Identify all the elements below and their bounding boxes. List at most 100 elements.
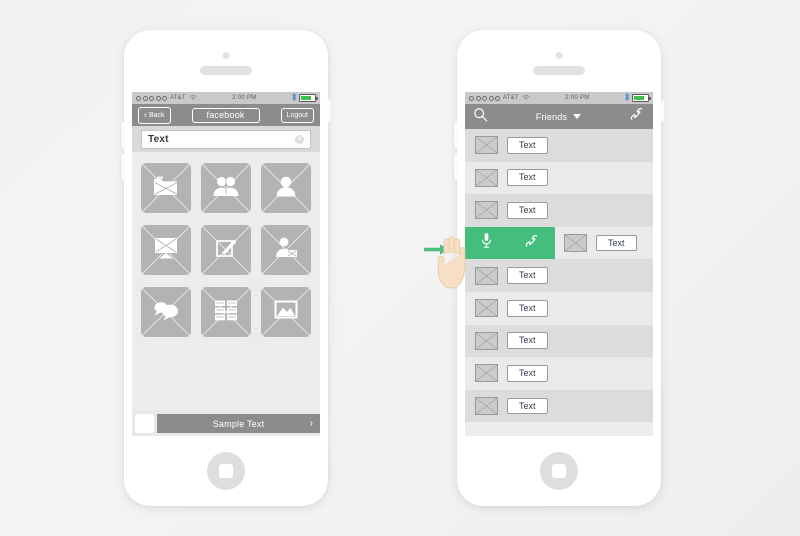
logout-button-label: Logout	[286, 111, 308, 119]
battery-icon	[632, 94, 651, 102]
navbar-left: ‹ Back facebook Logout	[132, 104, 320, 126]
text-button[interactable]: Text	[596, 234, 637, 252]
volume-down-button[interactable]	[454, 154, 458, 180]
clock-label: 2:00 PM	[565, 95, 590, 101]
screen-left: AT&T 2:00 PM ‹ Back facebook Logout Text…	[132, 92, 320, 436]
clock-label: 2:00 PM	[232, 95, 257, 101]
back-button[interactable]: ‹ Back	[138, 106, 171, 124]
status-bar: AT&T 2:00 PM	[132, 92, 320, 104]
grid-tile-profile[interactable]	[261, 163, 311, 213]
grid-tile-screen[interactable]	[141, 225, 191, 275]
volume-up-button[interactable]	[454, 122, 458, 148]
navbar-right: Friends	[465, 104, 653, 129]
search-input-value: Text	[148, 133, 169, 145]
bottom-bar: Sample Text ›	[132, 411, 320, 436]
folder-icon	[153, 175, 179, 202]
grid-tile-table[interactable]	[201, 287, 251, 337]
text-button[interactable]: Text	[507, 136, 548, 154]
text-button[interactable]: Text	[507, 332, 548, 350]
earpiece-speaker	[533, 66, 585, 75]
logout-button[interactable]: Logout	[280, 107, 314, 123]
wifi-icon	[189, 94, 197, 103]
front-camera-icon	[555, 52, 563, 59]
wifi-icon	[522, 94, 530, 103]
grid-tile-folder[interactable]	[141, 163, 191, 213]
power-button[interactable]	[660, 100, 664, 122]
phone-left: AT&T 2:00 PM ‹ Back facebook Logout Text…	[121, 30, 331, 506]
home-button[interactable]	[207, 452, 245, 490]
list-item[interactable]: Text	[465, 357, 653, 390]
app-title-button[interactable]: facebook	[191, 107, 260, 123]
friends-list: Text Text Text Text Text Text Text Text …	[465, 129, 653, 423]
chevron-left-icon: ‹	[144, 109, 147, 119]
avatar-placeholder	[475, 397, 498, 416]
sample-text-button[interactable]: Sample Text ›	[157, 414, 320, 433]
screen-right: AT&T 2:00 PM Friends Text Text Text Text…	[465, 92, 653, 436]
back-button-label: Back	[149, 111, 165, 119]
swipe-action-panel	[465, 226, 555, 260]
avatar-placeholder	[475, 168, 498, 187]
list-item[interactable]: Text	[465, 161, 653, 195]
status-bar: AT&T 2:00 PM	[465, 92, 653, 104]
carrier-label: AT&T	[170, 95, 186, 101]
avatar-placeholder	[475, 299, 498, 318]
chevron-right-icon: ›	[309, 417, 313, 429]
text-button[interactable]: Text	[507, 267, 548, 285]
list-item[interactable]: Text	[465, 324, 653, 358]
home-button[interactable]	[540, 452, 578, 490]
text-button[interactable]: Text	[507, 202, 548, 219]
text-button[interactable]: Text	[507, 169, 548, 187]
swipe-hand-icon	[437, 236, 466, 289]
icon-grid	[132, 152, 320, 337]
grid-tile-groups[interactable]	[201, 163, 251, 213]
avatar-placeholder	[475, 136, 498, 155]
list-item[interactable]: Text	[465, 129, 653, 162]
clear-circle-icon[interactable]: ✕	[295, 134, 304, 144]
list-item[interactable]: Text	[465, 389, 653, 423]
search-icon[interactable]	[473, 107, 488, 127]
avatar-placeholder	[475, 266, 498, 285]
avatar-placeholder	[475, 331, 498, 350]
chat-bubbles-icon	[153, 299, 180, 326]
text-button[interactable]: Text	[507, 397, 548, 415]
text-button[interactable]: Text	[507, 365, 548, 382]
app-title-label: facebook	[206, 109, 245, 120]
grid-table-icon	[214, 299, 238, 326]
thumbnail-placeholder[interactable]	[135, 414, 154, 433]
person-media-icon	[273, 236, 299, 265]
grid-tile-messages[interactable]	[141, 287, 191, 337]
user-profile-icon	[275, 175, 297, 202]
text-button[interactable]: Text	[507, 299, 548, 317]
sample-text-label: Sample Text	[212, 418, 265, 429]
chevron-down-icon	[573, 114, 582, 119]
front-camera-icon	[222, 52, 230, 59]
friends-filter-dropdown[interactable]: Friends	[535, 111, 582, 122]
list-item[interactable]: Text	[465, 259, 653, 292]
earpiece-speaker	[200, 66, 252, 75]
phone-handset-icon[interactable]	[524, 233, 540, 254]
bluetooth-icon	[292, 93, 297, 103]
phone-right: AT&T 2:00 PM Friends Text Text Text Text…	[454, 30, 664, 506]
carrier-label: AT&T	[503, 95, 519, 101]
friends-filter-label: Friends	[535, 111, 568, 122]
microphone-icon[interactable]	[480, 232, 493, 254]
grid-tile-photos[interactable]	[261, 287, 311, 337]
phone-handset-icon[interactable]	[629, 106, 645, 127]
monitor-icon	[153, 236, 179, 265]
power-button[interactable]	[327, 100, 331, 122]
list-item[interactable]: Text	[465, 194, 653, 227]
edit-square-icon	[214, 236, 238, 265]
search-input[interactable]: Text ✕	[141, 129, 311, 149]
list-item[interactable]: Text	[465, 291, 653, 325]
grid-tile-media-person[interactable]	[261, 225, 311, 275]
list-item-swiped[interactable]: Text	[465, 226, 653, 260]
volume-down-button[interactable]	[121, 154, 125, 180]
photo-image-icon	[273, 299, 299, 325]
battery-icon	[299, 94, 318, 102]
avatar-placeholder	[564, 234, 587, 253]
avatar-placeholder	[475, 201, 498, 220]
volume-up-button[interactable]	[121, 122, 125, 148]
signal-dots-icon	[469, 95, 500, 101]
avatar-placeholder	[475, 364, 498, 383]
grid-tile-edit[interactable]	[201, 225, 251, 275]
